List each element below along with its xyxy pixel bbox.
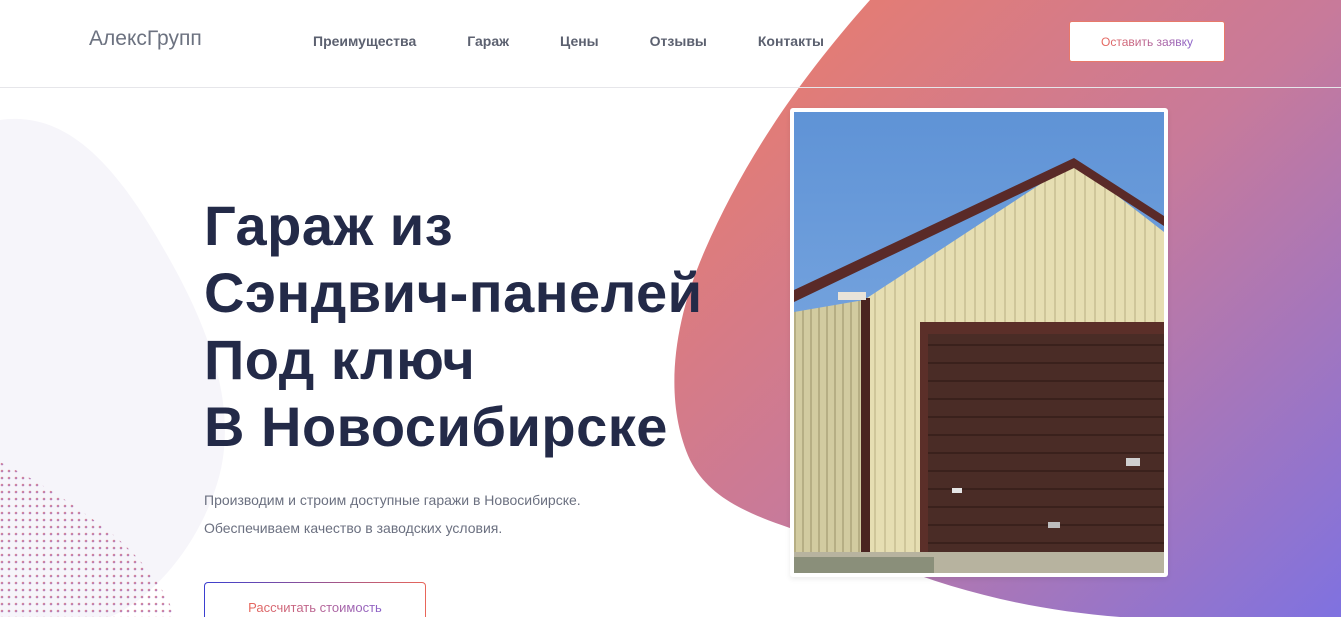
garage-photo xyxy=(794,112,1164,573)
hero-description-line: Производим и строим доступные гаражи в Н… xyxy=(204,492,581,508)
hero-title-line: В Новосибирске xyxy=(204,395,668,458)
calculate-cost-label: Рассчитать стоимость xyxy=(248,600,382,617)
garage-photo-frame xyxy=(790,108,1168,577)
hero-description-line: Обеспечиваем качество в заводских услови… xyxy=(204,520,503,536)
nav-link-reviews[interactable]: Отзывы xyxy=(650,33,707,49)
hero-title-line: Сэндвич-панелей xyxy=(204,261,703,324)
nav-link-advantages[interactable]: Преимущества xyxy=(313,33,416,49)
hero-title-line: Под ключ xyxy=(204,328,476,391)
hero-title-line: Гараж из xyxy=(204,194,454,257)
calculate-cost-button[interactable]: Рассчитать стоимость xyxy=(204,582,426,617)
nav-link-garage[interactable]: Гараж xyxy=(467,33,509,49)
logo[interactable]: АлексГрупп xyxy=(89,27,202,51)
leave-request-label: Оставить заявку xyxy=(1101,34,1193,49)
site-header: АлексГрупп Преимущества Гараж Цены Отзыв… xyxy=(0,0,1341,88)
leave-request-button[interactable]: Оставить заявку xyxy=(1069,21,1225,62)
nav-link-contacts[interactable]: Контакты xyxy=(758,33,824,49)
dot-pattern-decoration xyxy=(0,462,175,617)
nav-link-prices[interactable]: Цены xyxy=(560,33,599,49)
hero-description: Производим и строим доступные гаражи в Н… xyxy=(204,486,581,542)
hero-title: Гараж из Сэндвич-панелей Под ключ В Ново… xyxy=(204,192,703,460)
main-nav: Преимущества Гараж Цены Отзывы Контакты xyxy=(313,33,824,49)
